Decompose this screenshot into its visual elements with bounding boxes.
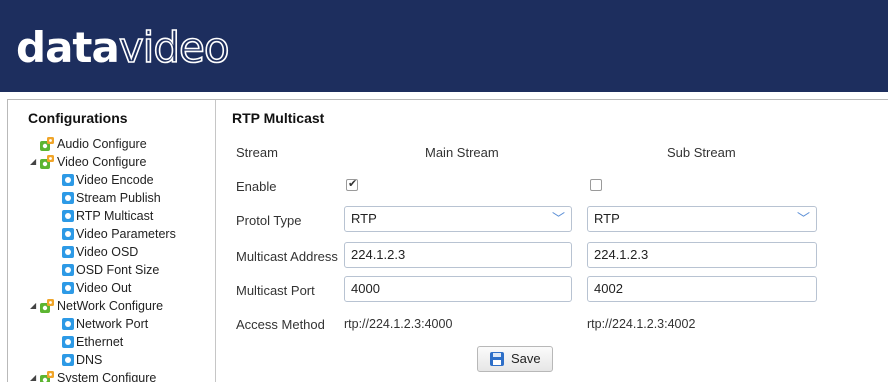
sidebar-item-label: Audio Configure bbox=[57, 137, 147, 151]
save-button[interactable]: Save bbox=[477, 346, 553, 372]
protocol-type-label: Protol Type bbox=[236, 213, 302, 228]
page-title: RTP Multicast bbox=[232, 110, 325, 126]
sidebar-item-label: Network Port bbox=[76, 317, 149, 331]
expanded-triangle-icon[interactable]: ◢ bbox=[30, 297, 36, 315]
gear-group-icon bbox=[40, 371, 54, 382]
config-sidebar: Configurations Audio Configure ◢ Video C… bbox=[14, 100, 216, 382]
sidebar-item-video-encode[interactable]: Video Encode bbox=[14, 171, 214, 189]
enable-label: Enable bbox=[236, 179, 277, 194]
gear-icon bbox=[62, 282, 74, 294]
sidebar-item-video-configure[interactable]: ◢ Video Configure bbox=[14, 153, 214, 171]
sidebar-item-stream-publish[interactable]: Stream Publish bbox=[14, 189, 214, 207]
sub-multicast-port-input[interactable]: 4002 bbox=[587, 276, 817, 302]
chevron-down-icon: ﹀ bbox=[796, 211, 810, 226]
sidebar-item-label: Stream Publish bbox=[76, 191, 161, 205]
gear-icon bbox=[62, 210, 74, 222]
gear-icon bbox=[62, 354, 74, 366]
sidebar-item-label: Video Parameters bbox=[76, 227, 176, 241]
stream-label: Stream bbox=[236, 145, 278, 160]
sidebar-item-network-configure[interactable]: ◢ NetWork Configure bbox=[14, 297, 214, 315]
top-banner: datavideo bbox=[0, 0, 888, 92]
sidebar-item-label: Ethernet bbox=[76, 335, 124, 349]
sidebar-item-label: Video Encode bbox=[76, 173, 154, 187]
main-protocol-value: RTP bbox=[351, 211, 377, 226]
chevron-down-icon: ﹀ bbox=[551, 211, 565, 226]
main-stream-header: Main Stream bbox=[425, 145, 499, 160]
datavideo-logo: datavideo bbox=[16, 22, 230, 73]
sidebar-item-label: Video Out bbox=[76, 281, 132, 295]
save-button-label: Save bbox=[511, 351, 541, 366]
gear-icon bbox=[62, 246, 74, 258]
sidebar-item-system-configure[interactable]: ◢ System Configure bbox=[14, 369, 214, 382]
sub-access-method-value: rtp://224.1.2.3:4002 bbox=[587, 317, 696, 331]
sub-protocol-value: RTP bbox=[594, 211, 620, 226]
multicast-port-label: Multicast Port bbox=[236, 283, 315, 298]
sidebar-item-ethernet[interactable]: Ethernet bbox=[14, 333, 214, 351]
sidebar-item-rtp-multicast[interactable]: RTP Multicast bbox=[14, 207, 214, 225]
sidebar-item-video-osd[interactable]: Video OSD bbox=[14, 243, 214, 261]
sidebar-item-label: Video Configure bbox=[57, 155, 147, 169]
sub-protocol-select[interactable]: RTP ﹀ bbox=[587, 206, 817, 232]
gear-icon bbox=[62, 192, 74, 204]
expanded-triangle-icon[interactable]: ◢ bbox=[30, 153, 36, 171]
sidebar-item-label: OSD Font Size bbox=[76, 263, 160, 277]
main-access-method-value: rtp://224.1.2.3:4000 bbox=[344, 317, 453, 331]
gear-icon bbox=[62, 264, 74, 276]
gear-icon bbox=[62, 336, 74, 348]
sidebar-item-label: Video OSD bbox=[76, 245, 139, 259]
gear-icon bbox=[62, 318, 74, 330]
main-multicast-port-input[interactable]: 4000 bbox=[344, 276, 572, 302]
floppy-disk-icon bbox=[490, 352, 504, 366]
sidebar-item-video-parameters[interactable]: Video Parameters bbox=[14, 225, 214, 243]
sub-stream-header: Sub Stream bbox=[667, 145, 736, 160]
gear-icon bbox=[62, 174, 74, 186]
multicast-address-label: Multicast Address bbox=[236, 249, 338, 264]
sidebar-item-audio-configure[interactable]: Audio Configure bbox=[14, 135, 214, 153]
sidebar-item-label: RTP Multicast bbox=[76, 209, 154, 223]
sidebar-title: Configurations bbox=[28, 110, 128, 126]
sidebar-item-label: System Configure bbox=[57, 371, 157, 382]
sub-enable-checkbox[interactable] bbox=[590, 179, 602, 191]
gear-group-icon bbox=[40, 299, 54, 313]
expanded-triangle-icon[interactable]: ◢ bbox=[30, 369, 36, 382]
main-enable-checkbox[interactable] bbox=[346, 177, 358, 191]
sidebar-item-label: NetWork Configure bbox=[57, 299, 164, 313]
main-multicast-address-input[interactable]: 224.1.2.3 bbox=[344, 242, 572, 268]
sidebar-item-osd-font-size[interactable]: OSD Font Size bbox=[14, 261, 214, 279]
gear-icon bbox=[62, 228, 74, 240]
sidebar-item-network-port[interactable]: Network Port bbox=[14, 315, 214, 333]
main-protocol-select[interactable]: RTP ﹀ bbox=[344, 206, 572, 232]
access-method-label: Access Method bbox=[236, 317, 325, 332]
sub-multicast-address-input[interactable]: 224.1.2.3 bbox=[587, 242, 817, 268]
gear-group-icon bbox=[40, 137, 54, 151]
rtp-multicast-panel: RTP Multicast Stream Main Stream Sub Str… bbox=[222, 100, 888, 382]
sidebar-item-dns[interactable]: DNS bbox=[14, 351, 214, 369]
sidebar-item-video-out[interactable]: Video Out bbox=[14, 279, 214, 297]
config-tree: Audio Configure ◢ Video Configure Video … bbox=[14, 135, 214, 382]
gear-group-icon bbox=[40, 155, 54, 169]
sidebar-item-label: DNS bbox=[76, 353, 103, 367]
